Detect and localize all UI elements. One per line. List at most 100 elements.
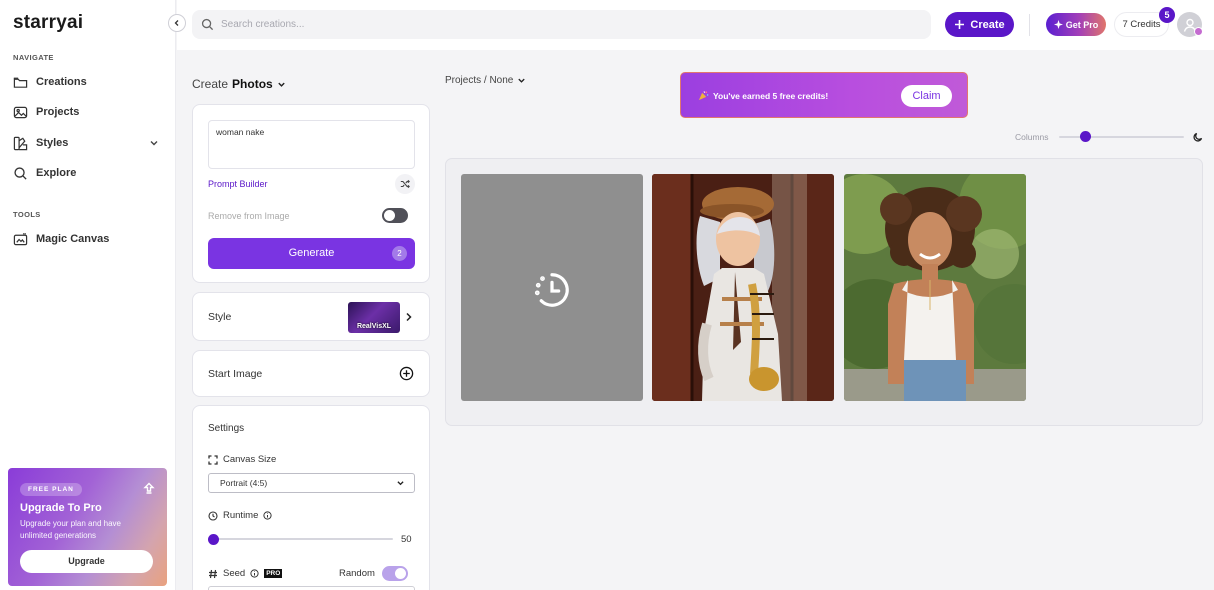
canvas-size-select[interactable]: Portrait (4:5)	[208, 473, 415, 493]
gallery-item-image[interactable]	[844, 174, 1026, 401]
canvas-icon	[13, 232, 28, 247]
columns-slider-track[interactable]	[1059, 136, 1184, 138]
moon-icon[interactable]	[1193, 132, 1203, 142]
style-thumbnail[interactable]: RealVisXL	[348, 302, 400, 333]
shuffle-button[interactable]	[395, 174, 415, 194]
get-pro-label: Get Pro	[1065, 19, 1099, 30]
style-name: RealVisXL	[356, 323, 392, 330]
chevron-down-icon[interactable]	[149, 138, 159, 148]
canvas-size-row: Canvas Size	[208, 454, 276, 465]
search-input[interactable]	[221, 19, 821, 30]
clock-icon	[208, 510, 218, 521]
runtime-slider-handle[interactable]	[208, 534, 219, 545]
sidebar-item-magic-canvas[interactable]: Magic Canvas	[13, 228, 163, 250]
chevron-right-icon	[404, 312, 413, 322]
project-breadcrumb[interactable]: Projects / None	[445, 75, 526, 86]
sidebar-item-label: Explore	[36, 167, 77, 179]
sidebar-item-label: Projects	[36, 106, 80, 118]
expand-icon	[208, 454, 218, 465]
seed-row: Seed PRO	[208, 568, 283, 579]
runtime-slider-track[interactable]	[212, 538, 393, 540]
sidebar-item-creations[interactable]: Creations	[13, 71, 163, 93]
canvas-size-value: Portrait (4:5)	[220, 478, 268, 488]
search-bar[interactable]	[192, 10, 931, 39]
create-label: Create	[970, 18, 1005, 31]
top-bar: Create Get Pro 7 Credits 5	[177, 0, 1214, 50]
gallery-item-generating[interactable]	[461, 174, 643, 401]
toggle-knob	[384, 210, 395, 221]
folder-icon	[13, 75, 28, 90]
remove-from-image-label: Remove from Image	[208, 211, 290, 221]
sidebar-item-label: Styles	[36, 137, 69, 149]
clock-loading-icon	[533, 271, 571, 309]
chevron-down-icon	[277, 80, 286, 89]
gallery-item-image[interactable]	[652, 174, 834, 401]
sidebar-item-label: Magic Canvas	[36, 233, 110, 245]
sidebar-item-label: Creations	[36, 76, 87, 88]
hash-icon	[208, 569, 218, 579]
info-icon[interactable]	[263, 511, 272, 520]
nav-heading-tools: TOOLS	[13, 210, 41, 219]
upgrade-arrow-icon	[143, 482, 155, 494]
info-icon[interactable]	[250, 569, 259, 578]
app-logo[interactable]: starryai	[13, 12, 83, 34]
generated-image-portrait	[844, 174, 1026, 401]
chevron-left-icon	[173, 19, 181, 27]
seed-label: Seed	[223, 568, 246, 579]
sidebar-item-styles[interactable]: Styles	[13, 132, 163, 154]
create-button[interactable]: Create	[945, 12, 1014, 37]
generated-image-saxophone	[652, 174, 834, 401]
palette-icon	[13, 136, 28, 151]
runtime-row: Runtime	[208, 510, 272, 521]
prompt-builder-link[interactable]: Prompt Builder	[208, 179, 268, 189]
remove-from-image-toggle[interactable]	[382, 208, 408, 223]
notification-badge[interactable]: 5	[1159, 7, 1175, 23]
columns-label: Columns	[1015, 132, 1049, 142]
create-type-selector[interactable]: Create Photos	[192, 77, 286, 91]
style-card[interactable]: Style RealVisXL	[192, 292, 430, 341]
party-popper-icon	[698, 90, 709, 101]
credit-cost-badge: 2	[392, 246, 407, 261]
settings-title: Settings	[208, 423, 245, 434]
sidebar: starryai NAVIGATE Creations Projects Sty…	[0, 0, 176, 590]
prompt-input[interactable]	[208, 120, 415, 169]
shuffle-icon	[400, 179, 410, 189]
chevron-down-icon	[396, 480, 405, 487]
add-circle-icon[interactable]	[399, 366, 414, 381]
claim-button[interactable]: Claim	[901, 85, 952, 107]
style-label: Style	[208, 311, 232, 323]
generate-button[interactable]: Generate 2	[208, 238, 415, 269]
random-toggle[interactable]	[382, 566, 408, 581]
upgrade-title: Upgrade To Pro	[20, 502, 102, 514]
prompt-card: Prompt Builder Remove from Image Generat…	[192, 104, 430, 283]
seed-input[interactable]	[208, 586, 415, 590]
search-icon	[13, 166, 28, 181]
upgrade-description: Upgrade your plan and have unlimited gen…	[20, 519, 121, 540]
promo-message: You've earned 5 free credits!	[713, 90, 829, 101]
canvas-size-label: Canvas Size	[223, 454, 277, 465]
plus-icon	[954, 19, 965, 30]
settings-card: Settings Canvas Size Portrait (4:5) Runt…	[192, 405, 430, 590]
runtime-value: 50	[401, 534, 412, 545]
plan-badge: FREE PLAN	[20, 483, 82, 496]
start-image-card[interactable]: Start Image	[192, 350, 430, 397]
search-icon	[201, 18, 214, 31]
promo-message-row: You've earned 5 free credits!	[698, 90, 828, 101]
free-credits-banner: You've earned 5 free credits! Claim	[680, 72, 968, 118]
sidebar-item-projects[interactable]: Projects	[13, 101, 163, 123]
sidebar-collapse-button[interactable]	[168, 14, 186, 32]
chevron-down-icon	[517, 76, 526, 85]
start-image-label: Start Image	[208, 368, 263, 380]
avatar-status-dot	[1194, 27, 1203, 36]
get-pro-button[interactable]: Get Pro	[1046, 13, 1106, 36]
breadcrumb-text: Projects / None	[445, 75, 514, 86]
generate-label: Generate	[288, 247, 335, 259]
image-icon	[13, 105, 28, 120]
create-type-value: Photos	[232, 77, 273, 91]
nav-heading-navigate: NAVIGATE	[13, 53, 54, 62]
sidebar-item-explore[interactable]: Explore	[13, 162, 163, 184]
upgrade-button[interactable]: Upgrade	[20, 550, 153, 573]
sparkle-icon	[1053, 20, 1063, 29]
columns-slider-handle[interactable]	[1080, 131, 1091, 142]
gallery	[445, 158, 1203, 426]
